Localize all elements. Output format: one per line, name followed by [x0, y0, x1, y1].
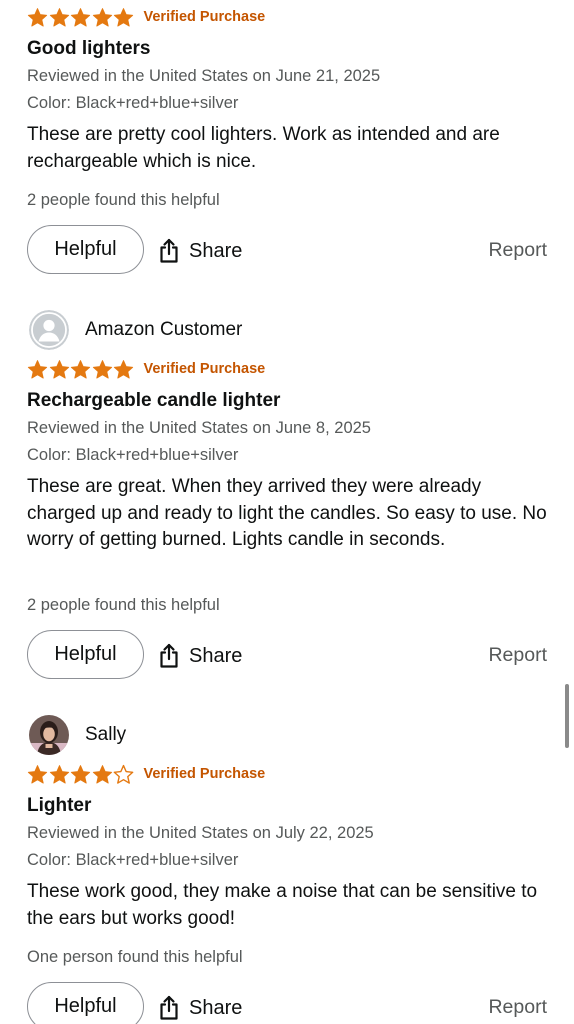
share-icon	[157, 995, 181, 1021]
star-rating	[27, 359, 135, 380]
share-label: Share	[189, 239, 243, 262]
report-link[interactable]: Report	[488, 644, 547, 667]
rating-row: Verified Purchase	[27, 358, 265, 380]
scrollbar[interactable]	[565, 684, 569, 748]
reviewer-name: Amazon Customer	[85, 319, 243, 340]
review-variant: Color: Black+red+blue+silver	[27, 851, 239, 869]
star-filled-icon	[113, 359, 134, 379]
helpful-count: 2 people found this helpful	[27, 191, 220, 209]
star-filled-icon	[49, 764, 69, 784]
star-filled-icon	[70, 7, 91, 27]
star-filled-icon	[70, 359, 91, 379]
star-filled-icon	[27, 764, 48, 784]
review-variant: Color: Black+red+blue+silver	[27, 446, 239, 464]
reviewer-profile[interactable]: Sally	[29, 715, 126, 755]
share-icon	[157, 643, 181, 669]
default-user-avatar	[29, 310, 69, 350]
verified-purchase-badge: Verified Purchase	[143, 361, 266, 377]
reviewer-name: Sally	[85, 724, 127, 745]
star-filled-icon	[70, 764, 91, 784]
rating-row: Verified Purchase	[27, 763, 265, 785]
review-date: Reviewed in the United States on June 8,…	[27, 419, 371, 437]
review-body: These work good, they make a noise that …	[27, 881, 538, 929]
helpful-count: 2 people found this helpful	[27, 596, 220, 614]
review-title[interactable]: Rechargeable candle lighter	[27, 390, 280, 412]
helpful-button[interactable]: Helpful	[27, 225, 144, 274]
report-link[interactable]: Report	[488, 239, 547, 262]
star-filled-icon	[27, 359, 48, 379]
review-title[interactable]: Lighter	[27, 795, 91, 817]
reviewer-profile[interactable]: Amazon Customer	[29, 310, 242, 350]
star-filled-icon	[27, 7, 48, 27]
helpful-button[interactable]: Helpful	[27, 630, 144, 679]
verified-purchase-badge: Verified Purchase	[143, 9, 266, 25]
report-link[interactable]: Report	[488, 996, 547, 1019]
share-button[interactable]: Share	[157, 231, 242, 271]
star-filled-icon	[113, 7, 134, 27]
share-label: Share	[189, 996, 243, 1019]
review-body: These are pretty cool lighters. Work as …	[27, 124, 500, 172]
verified-purchase-badge: Verified Purchase	[143, 766, 266, 782]
review-date: Reviewed in the United States on July 22…	[27, 824, 374, 842]
star-rating	[27, 764, 135, 785]
share-button[interactable]: Share	[157, 988, 242, 1024]
photo-avatar	[29, 715, 69, 755]
star-filled-icon	[49, 7, 69, 27]
rating-row: Verified Purchase	[27, 6, 265, 28]
helpful-count: One person found this helpful	[27, 948, 243, 966]
star-filled-icon	[92, 7, 112, 27]
reviews-page: Verified Purchase Good lighters Reviewed…	[0, 0, 574, 1024]
review-body: These are great. When they arrived they …	[27, 476, 547, 550]
star-filled-icon	[49, 359, 69, 379]
share-label: Share	[189, 644, 243, 667]
share-button[interactable]: Share	[157, 636, 242, 676]
star-filled-icon	[92, 764, 112, 784]
helpful-button[interactable]: Helpful	[27, 982, 144, 1024]
star-rating	[27, 7, 135, 28]
review-variant: Color: Black+red+blue+silver	[27, 94, 239, 112]
review-date: Reviewed in the United States on June 21…	[27, 67, 381, 85]
review-title[interactable]: Good lighters	[27, 38, 151, 60]
star-filled-icon	[92, 359, 112, 379]
star-empty-icon	[113, 764, 134, 784]
share-icon	[157, 238, 181, 264]
